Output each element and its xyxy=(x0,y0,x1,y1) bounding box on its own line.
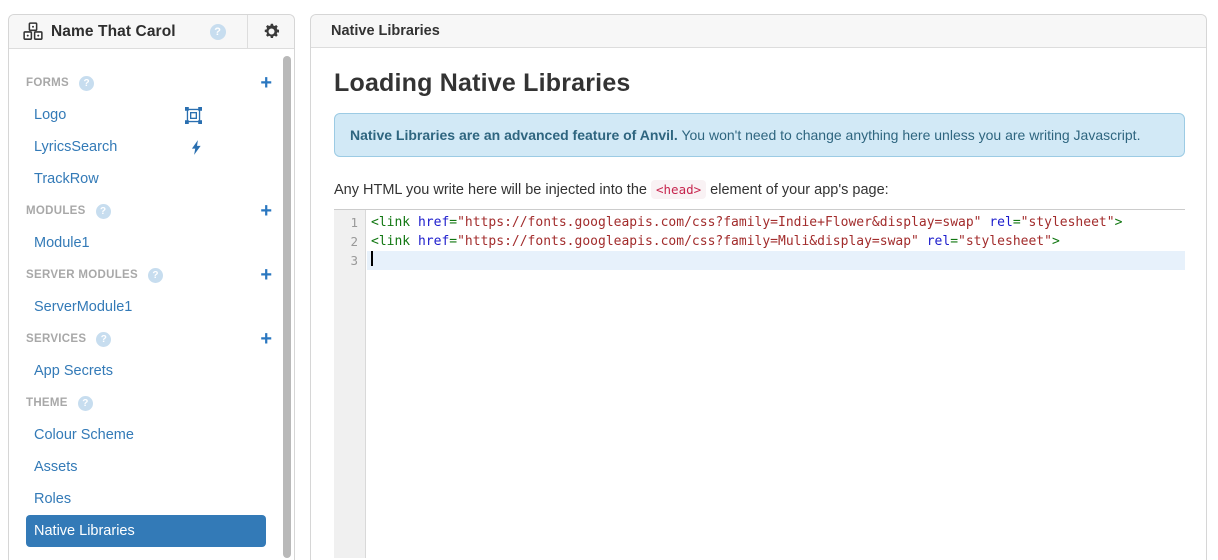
sidebar-item-servermodule1[interactable]: ServerModule1 xyxy=(26,291,266,323)
code-line-1: <link href="https://fonts.googleapis.com… xyxy=(367,213,1185,232)
add-server-modules-button[interactable]: + xyxy=(260,265,272,285)
sidebar-section-services: SERVICES? + xyxy=(9,323,294,355)
intro-before: Any HTML you write here will be injected… xyxy=(334,182,651,198)
sidebar-section-server-modules: SERVER MODULES? + xyxy=(9,259,294,291)
main-panel: Native Libraries Loading Native Librarie… xyxy=(310,14,1207,560)
add-forms-button[interactable]: + xyxy=(260,73,272,93)
sidebar-item-label: Module1 xyxy=(34,235,90,251)
sidebar-scrollbar[interactable] xyxy=(283,56,291,558)
sidebar-item-label: ServerModule1 xyxy=(34,299,132,315)
sidebar-item-label: Roles xyxy=(34,491,71,507)
section-label: FORMS xyxy=(26,77,69,89)
sidebar-item-label: Logo xyxy=(34,107,66,123)
help-icon[interactable]: ? xyxy=(78,396,93,411)
app-blocks-icon xyxy=(23,22,43,41)
info-alert-bold: Native Libraries are an advanced feature… xyxy=(350,127,678,143)
help-icon[interactable]: ? xyxy=(96,204,111,219)
intro-after: element of your app's page: xyxy=(706,182,889,198)
help-icon[interactable]: ? xyxy=(79,76,94,91)
info-alert-text: You won't need to change anything here u… xyxy=(678,127,1141,143)
line-number: 2 xyxy=(334,232,365,251)
sidebar-item-label: App Secrets xyxy=(34,363,113,379)
startup-form-bolt-icon xyxy=(191,140,202,155)
sidebar-nav: FORMS? + Logo LyricsSearch TrackRow MODULES? +… xyxy=(9,49,294,547)
sidebar-item-module1[interactable]: Module1 xyxy=(26,227,266,259)
sidebar-item-assets[interactable]: Assets xyxy=(26,451,266,483)
code-line-3 xyxy=(367,251,1185,270)
sidebar-section-forms: FORMS? + xyxy=(9,67,294,99)
head-code-span: <head> xyxy=(651,180,706,199)
page-heading: Loading Native Libraries xyxy=(334,69,1185,98)
app-title: Name That Carol xyxy=(51,23,176,41)
sidebar-section-modules: MODULES? + xyxy=(9,195,294,227)
info-alert: Native Libraries are an advanced feature… xyxy=(334,113,1185,157)
section-label: SERVER MODULES xyxy=(26,269,138,281)
editor-code-area[interactable]: <link href="https://fonts.googleapis.com… xyxy=(367,210,1185,558)
app-title-area: Name That Carol ? xyxy=(9,15,247,48)
sidebar: Name That Carol ? FORMS? + Logo LyricsSearc… xyxy=(8,14,295,560)
sidebar-item-label: Native Libraries xyxy=(34,523,135,539)
section-label: SERVICES xyxy=(26,333,86,345)
sidebar-item-roles[interactable]: Roles xyxy=(26,483,266,515)
sidebar-item-lyricssearch[interactable]: LyricsSearch xyxy=(26,131,266,163)
code-editor[interactable]: 123 <link href="https://fonts.googleapis… xyxy=(334,209,1185,558)
section-label: THEME xyxy=(26,397,68,409)
add-services-button[interactable]: + xyxy=(260,329,272,349)
sidebar-item-trackrow[interactable]: TrackRow xyxy=(26,163,266,195)
sidebar-item-app-secrets[interactable]: App Secrets xyxy=(26,355,266,387)
line-number: 1 xyxy=(334,213,365,232)
sidebar-item-logo[interactable]: Logo xyxy=(26,99,266,131)
open-form-frame-icon xyxy=(185,107,202,124)
sidebar-item-label: LyricsSearch xyxy=(34,139,117,155)
editor-gutter: 123 xyxy=(334,210,366,558)
sidebar-header: Name That Carol ? xyxy=(9,15,294,49)
app-settings-button[interactable] xyxy=(247,15,294,48)
code-line-2: <link href="https://fonts.googleapis.com… xyxy=(367,232,1185,251)
intro-text: Any HTML you write here will be injected… xyxy=(334,182,1185,198)
sidebar-item-label: Colour Scheme xyxy=(34,427,134,443)
gear-icon xyxy=(262,22,281,41)
text-cursor xyxy=(371,251,373,266)
section-label: MODULES xyxy=(26,205,86,217)
sidebar-item-label: TrackRow xyxy=(34,171,99,187)
sidebar-section-theme: THEME? xyxy=(9,387,294,419)
panel-title: Native Libraries xyxy=(311,15,1206,48)
sidebar-item-native-libraries[interactable]: Native Libraries xyxy=(26,515,266,547)
help-icon[interactable]: ? xyxy=(210,24,226,40)
panel-content: Loading Native Libraries Native Librarie… xyxy=(311,48,1206,558)
help-icon[interactable]: ? xyxy=(96,332,111,347)
sidebar-item-colour-scheme[interactable]: Colour Scheme xyxy=(26,419,266,451)
sidebar-item-label: Assets xyxy=(34,459,78,475)
add-modules-button[interactable]: + xyxy=(260,201,272,221)
line-number: 3 xyxy=(334,251,365,270)
help-icon[interactable]: ? xyxy=(148,268,163,283)
